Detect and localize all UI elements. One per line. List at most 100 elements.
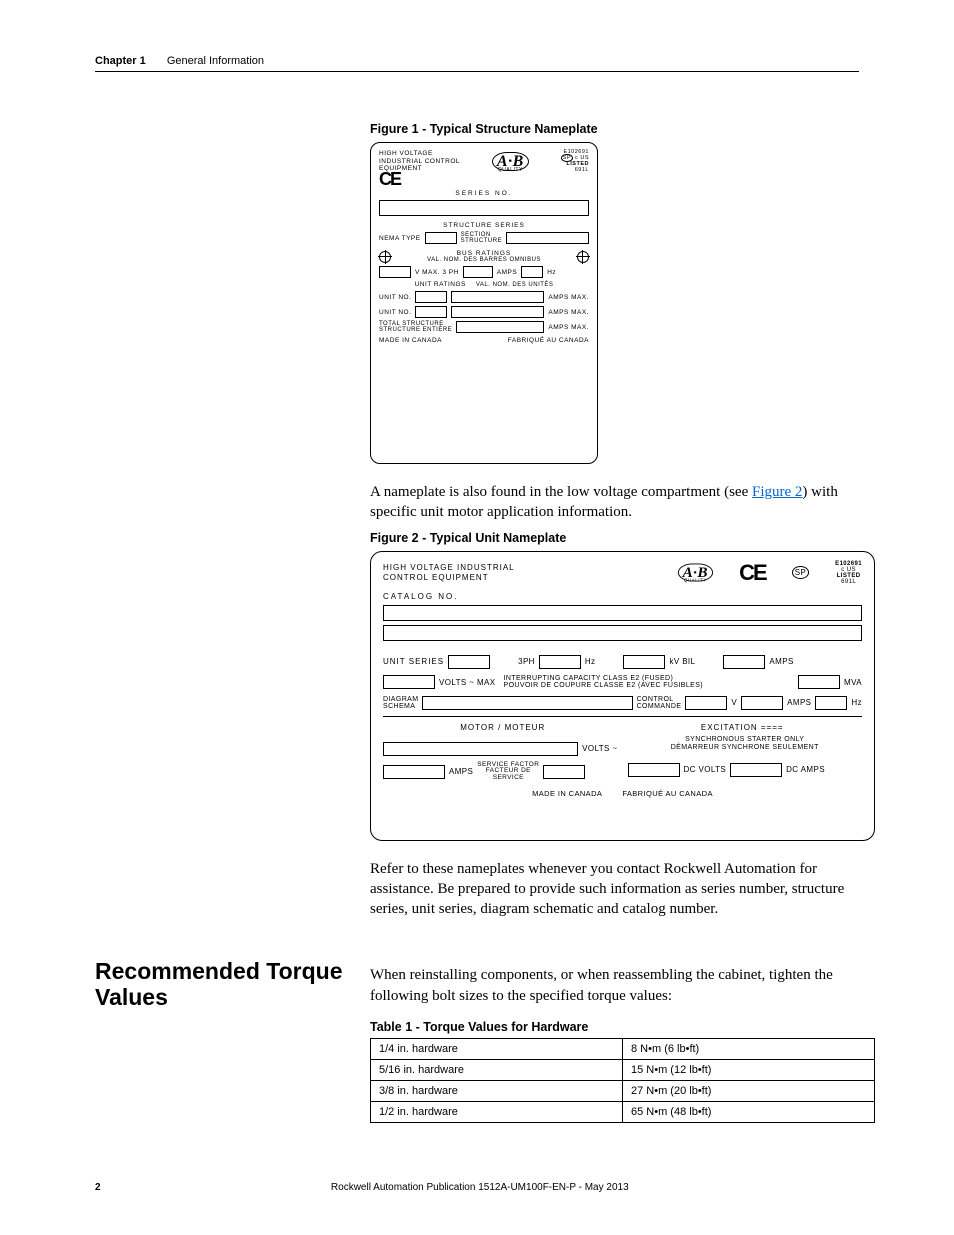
crosshair-icon (379, 251, 391, 263)
schema-label: SCHEMA (383, 703, 418, 710)
table-row: 1/2 in. hardware 65 N•m (48 lb•ft) (371, 1101, 875, 1122)
page-number: 2 (95, 1182, 101, 1193)
vmax-field (379, 266, 411, 278)
section-label: General Information (167, 55, 264, 67)
amps-label: AMPS (449, 767, 473, 776)
figure2-caption: Figure 2 - Typical Unit Nameplate (370, 531, 859, 545)
page-footer: 2 Rockwell Automation Publication 1512A-… (95, 1182, 859, 1193)
made-in-fr: FABRIQUÉ AU CANADA (508, 337, 589, 344)
section2-intro: When reinstalling components, or when re… (370, 965, 859, 1006)
nema-type-label: NEMA TYPE (379, 235, 421, 242)
kv-bil-label: kV BIL (669, 657, 695, 666)
amps-field (463, 266, 493, 278)
amps-max-label: AMPS MAX. (548, 294, 589, 301)
vmax-label: V MAX. 3 PH (415, 269, 459, 276)
hw-cell: 1/2 in. hardware (371, 1101, 623, 1122)
nema-type-field (425, 232, 457, 244)
unit-series-field (448, 655, 490, 669)
mva-field (798, 675, 840, 689)
total-structure-field (456, 321, 544, 333)
ab-logo-icon: A·B QUALITY (677, 563, 712, 581)
np2-hv-label: HIGH VOLTAGE INDUSTRIAL CONTROL EQUIPMEN… (383, 563, 515, 582)
made-in-fr: FABRIQUÉ AU CANADA (622, 789, 713, 798)
diagram-field (422, 696, 632, 710)
mva-label: MVA (844, 678, 862, 687)
interrupt-en: INTERRUPTING CAPACITY CLASS E2 (FUSED) (504, 675, 795, 683)
table-row: 5/16 in. hardware 15 N•m (12 lb•ft) (371, 1059, 875, 1080)
val-cell: 65 N•m (48 lb•ft) (623, 1101, 875, 1122)
section-structure-label: SECTION STRUCTURE (461, 232, 503, 244)
amps-label: AMPS (497, 269, 517, 276)
control-hz-field (815, 696, 847, 710)
listed-num: 691L (561, 167, 589, 173)
dc-amps-label: DC AMPS (786, 765, 825, 774)
amps-label: AMPS (787, 698, 811, 707)
hz-label: Hz (547, 269, 556, 276)
kv-bil-field (623, 655, 665, 669)
catalog-no-field-2 (383, 625, 862, 641)
catalog-no-field (383, 605, 862, 621)
table1-caption: Table 1 - Torque Values for Hardware (370, 1020, 859, 1034)
made-in-label: MADE IN CANADA (379, 337, 442, 344)
listed-num: 691L (835, 579, 862, 585)
control-label: CONTROL (637, 696, 682, 703)
val-cell: 15 N•m (12 lb•ft) (623, 1059, 875, 1080)
unit-ratings-label: UNIT RATINGS (415, 281, 466, 288)
excitation-label: EXCITATION ==== (623, 723, 863, 732)
section-structure-field (506, 232, 589, 244)
unit-no-field (415, 291, 447, 303)
unit-no-label: UNIT NO. (379, 309, 411, 316)
bus-ratings-label: BUS RATINGS (427, 250, 541, 257)
hw-cell: 3/8 in. hardware (371, 1080, 623, 1101)
volts-max-label: VOLTS ~ MAX (439, 678, 496, 687)
amps-max-label: AMPS MAX. (548, 309, 589, 316)
hz-field (521, 266, 543, 278)
control-amps-field (741, 696, 783, 710)
motor-amps-field (383, 765, 445, 779)
running-header: Chapter 1 General Information (95, 55, 859, 67)
hz-field (539, 655, 581, 669)
paragraph-1: A nameplate is also found in the low vol… (370, 482, 859, 523)
total-structure-fr: STRUCTURE ENTIÈRE (379, 327, 452, 333)
ul-c-us: c US (841, 567, 856, 573)
made-in-label: MADE IN CANADA (532, 789, 602, 798)
v-label: V (731, 698, 737, 707)
series-no-label: SERIES NO. (379, 190, 589, 197)
hw-cell: 5/16 in. hardware (371, 1059, 623, 1080)
section2-heading: Recommended Torque Values (95, 958, 345, 1011)
figure2-nameplate: HIGH VOLTAGE INDUSTRIAL CONTROL EQUIPMEN… (370, 551, 875, 841)
unit-no-field (415, 306, 447, 318)
listed-label: LISTED (835, 573, 862, 579)
interrupt-fr: POUVOIR DE COUPURE CLASSE E2 (AVEC FUSIB… (504, 682, 795, 690)
ce-mark-icon: CE (379, 169, 589, 190)
table-row: 3/8 in. hardware 27 N•m (20 lb•ft) (371, 1080, 875, 1101)
val-cell: 27 N•m (20 lb•ft) (623, 1080, 875, 1101)
motor-label: MOTOR / MOTEUR (383, 723, 623, 732)
three-ph-label: 3PH (518, 657, 535, 666)
publication-info: Rockwell Automation Publication 1512A-UM… (95, 1182, 859, 1193)
hw-cell: 1/4 in. hardware (371, 1038, 623, 1059)
amps-label: AMPS (769, 657, 793, 666)
unit-series-label: UNIT SERIES (383, 657, 444, 666)
amps-max-label: AMPS MAX. (548, 324, 589, 331)
series-no-field (379, 200, 589, 216)
ce-mark-icon: CE (739, 560, 766, 586)
volts-max-field (383, 675, 435, 689)
volts-tilde-label: VOLTS ~ (582, 744, 617, 753)
val-cell: 8 N•m (6 lb•ft) (623, 1038, 875, 1059)
sync-fr: DÉMARREUR SYNCHRONE SEULEMENT (628, 744, 863, 752)
figure1-nameplate: HIGH VOLTAGE INDUSTRIAL CONTROL EQUIPMEN… (370, 142, 598, 464)
divider (383, 716, 862, 717)
sync-en: SYNCHRONOUS STARTER ONLY (628, 736, 863, 744)
unit-amps-field (451, 291, 544, 303)
unit-ratings-fr: VAL. NOM. DES UNITÉS (476, 282, 554, 288)
hz-label: Hz (851, 698, 862, 707)
dc-volts-field (628, 763, 680, 777)
motor-volts-field (383, 742, 578, 756)
commande-label: COMMANDE (637, 703, 682, 710)
structure-series-label: STRUCTURE SERIES (379, 222, 589, 229)
figure1-caption: Figure 1 - Typical Structure Nameplate (370, 122, 859, 136)
dc-volts-label: DC VOLTS (684, 765, 727, 774)
figure2-link[interactable]: Figure 2 (752, 484, 802, 500)
catalog-no-label: CATALOG NO. (383, 592, 862, 601)
